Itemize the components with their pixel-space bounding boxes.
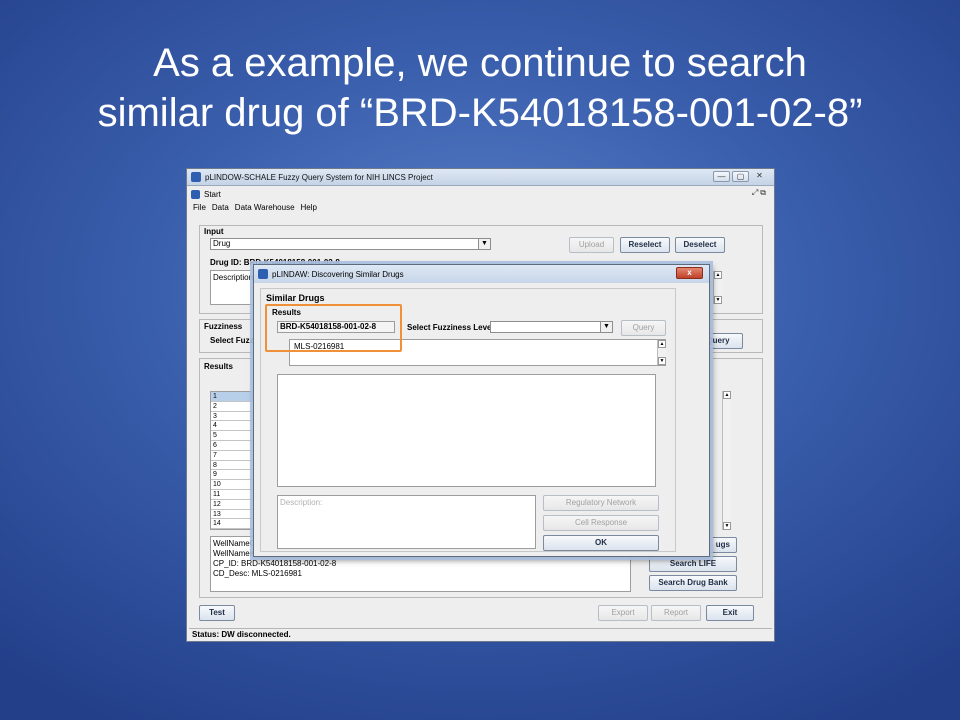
results-panel-label: Results <box>204 362 233 371</box>
table-row[interactable]: 6 <box>211 441 259 451</box>
menu-data-warehouse[interactable]: Data Warehouse <box>235 203 295 212</box>
table-row[interactable]: 1 <box>211 392 259 402</box>
app-logo-icon <box>191 172 201 182</box>
table-row[interactable]: 9 <box>211 470 259 481</box>
slide-title-line-1: As a example, we continue to search <box>153 41 807 85</box>
minimize-button[interactable]: — <box>713 171 730 182</box>
chevron-down-icon: ▼ <box>600 322 612 332</box>
report-button[interactable]: Report <box>651 605 701 621</box>
table-row[interactable]: 10 <box>211 480 259 490</box>
fuzziness-panel-label: Fuzziness <box>204 322 243 331</box>
cell-response-button[interactable]: Cell Response <box>543 515 659 531</box>
deselect-button[interactable]: Deselect <box>675 237 725 253</box>
menu-help[interactable]: Help <box>301 203 317 212</box>
ok-button[interactable]: OK <box>543 535 659 551</box>
dialog-titlebar: pLINDAW: Discovering Similar Drugs <box>254 265 709 283</box>
menu-data[interactable]: Data <box>212 203 229 212</box>
menu-file[interactable]: File <box>193 203 206 212</box>
export-button[interactable]: Export <box>598 605 648 621</box>
regulatory-network-button[interactable]: Regulatory Network <box>543 495 659 511</box>
dialog-query-button[interactable]: Query <box>621 320 666 336</box>
list-item[interactable]: MLS-0216981 <box>294 342 661 351</box>
dialog-app-icon <box>258 269 268 279</box>
table-row[interactable]: 7 <box>211 451 259 461</box>
drug-type-value: Drug <box>213 239 231 248</box>
similar-list-scrollbar[interactable]: ▲ ▼ <box>657 340 666 365</box>
internal-frame-titlebar: Start ⤢⧉ <box>191 188 770 200</box>
description-scrollbar[interactable]: ▲ ▼ <box>713 271 722 304</box>
dialog-title: pLINDAW: Discovering Similar Drugs <box>272 269 404 279</box>
table-row[interactable]: 5 <box>211 431 259 441</box>
description-placeholder: Description: <box>280 498 323 507</box>
scroll-up-icon[interactable]: ▲ <box>658 340 666 348</box>
table-row[interactable]: 13 <box>211 510 259 520</box>
search-drug-bank-button[interactable]: Search Drug Bank <box>649 575 737 591</box>
input-panel-label: Input <box>204 227 224 236</box>
detail-line: CD_Desc: MLS-0216981 <box>213 569 302 578</box>
scroll-down-icon[interactable]: ▼ <box>714 296 722 304</box>
dialog-results-label: Results <box>272 308 301 317</box>
maximize-button[interactable]: ▢ <box>732 171 749 182</box>
slide-title: As a example, we continue to search simi… <box>0 38 960 138</box>
scroll-up-icon[interactable]: ▲ <box>714 271 722 279</box>
similar-drugs-dialog: pLINDAW: Discovering Similar Drugs x Sim… <box>253 264 710 557</box>
slide-title-line-2: similar drug of “BRD-K54018158-001-02-8” <box>97 91 863 135</box>
similar-drug-detail-area[interactable] <box>277 374 656 487</box>
close-icon[interactable]: x <box>676 267 703 279</box>
close-window-button[interactable]: ✕ <box>751 171 768 182</box>
upload-button[interactable]: Upload <box>569 237 614 253</box>
scroll-up-icon[interactable]: ▲ <box>723 391 731 399</box>
drug-type-select[interactable]: Drug ▼ <box>210 238 491 250</box>
fuzziness-select-label: Select Fuzzi <box>210 336 256 345</box>
selected-drug-value: BRD-K54018158-001-02-8 <box>280 322 377 331</box>
results-scrollbar[interactable]: ▲ ▼ <box>722 391 731 530</box>
fuzziness-level-select[interactable]: ▼ <box>490 321 613 333</box>
test-button[interactable]: Test <box>199 605 235 621</box>
table-row[interactable]: 2 <box>211 402 259 412</box>
frame-icon <box>191 189 200 199</box>
reselect-button[interactable]: Reselect <box>620 237 670 253</box>
table-row[interactable]: 14 <box>211 519 259 530</box>
scroll-down-icon[interactable]: ▼ <box>723 522 731 530</box>
window-title: pLINDOW-SCHALE Fuzzy Query System for NI… <box>205 172 433 182</box>
description-label: Description: <box>213 273 256 282</box>
table-row[interactable]: 11 <box>211 490 259 500</box>
window-titlebar: pLINDOW-SCHALE Fuzzy Query System for NI… <box>187 169 774 186</box>
table-row[interactable]: 8 <box>211 461 259 471</box>
frame-restore-icon[interactable]: ⤢⧉ <box>752 188 768 198</box>
similar-drug-list[interactable]: MLS-0216981 <box>289 339 666 366</box>
similar-drugs-panel: Similar Drugs Results BRD-K54018158-001-… <box>260 288 676 552</box>
table-row[interactable]: 12 <box>211 500 259 510</box>
exit-button[interactable]: Exit <box>706 605 754 621</box>
similar-drugs-label: Similar Drugs <box>266 293 325 303</box>
status-bar: Status: DW disconnected. <box>189 628 772 639</box>
internal-frame-title: Start <box>204 189 221 199</box>
chevron-down-icon: ▼ <box>478 239 490 249</box>
window-controls: — ▢ ✕ <box>713 171 768 182</box>
menu-bar: File Data Data Warehouse Help <box>193 203 317 212</box>
dialog-description-box[interactable]: Description: <box>277 495 536 549</box>
table-row[interactable]: 3 <box>211 412 259 422</box>
fuzziness-level-label: Select Fuzziness Level <box>407 323 494 332</box>
table-row[interactable]: 4 <box>211 421 259 432</box>
scroll-down-icon[interactable]: ▼ <box>658 357 666 365</box>
search-life-button[interactable]: Search LIFE <box>649 556 737 572</box>
selected-drug-field: BRD-K54018158-001-02-8 <box>277 321 395 333</box>
detail-line: CP_ID: BRD-K54018158-001-02-8 <box>213 559 337 568</box>
